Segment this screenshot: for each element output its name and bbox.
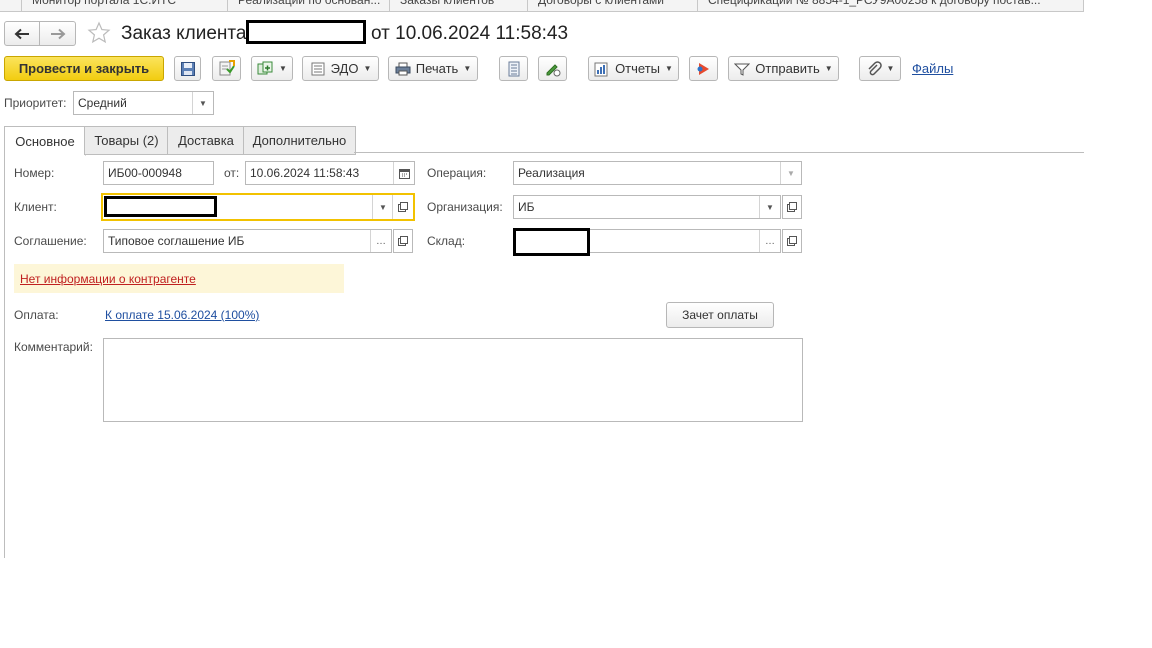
post-and-close-button[interactable]: Провести и закрыть xyxy=(4,56,164,81)
number-label: Номер: xyxy=(14,166,55,180)
open-icon[interactable] xyxy=(392,195,413,219)
edit-pencil-icon xyxy=(545,61,561,77)
reports-label: Отчеты xyxy=(615,61,660,76)
post-document-icon xyxy=(218,60,235,77)
number-value: ИБ00-000948 xyxy=(108,166,182,180)
priority-select[interactable]: Средний ▼ xyxy=(73,91,214,115)
create-based-on-button[interactable]: ▼ xyxy=(251,56,293,81)
payment-label: Оплата: xyxy=(14,308,59,322)
priority-value: Средний xyxy=(78,96,127,110)
window-tab[interactable]: Реализации по основан... xyxy=(228,0,390,11)
select-ellipsis-icon[interactable]: … xyxy=(370,230,391,252)
open-icon xyxy=(398,236,408,246)
panel-border xyxy=(4,153,5,558)
chevron-down-icon[interactable]: ▼ xyxy=(759,196,780,218)
print-label: Печать xyxy=(415,61,459,76)
edo-label: ЭДО xyxy=(330,61,359,76)
chevron-down-icon: ▼ xyxy=(279,64,287,73)
warehouse-label: Склад: xyxy=(427,234,466,248)
files-link[interactable]: Файлы xyxy=(912,61,953,76)
tab-goods[interactable]: Товары (2) xyxy=(84,126,169,155)
edo-icon xyxy=(310,62,326,76)
comment-label: Комментарий: xyxy=(14,340,93,354)
save-icon xyxy=(180,61,196,77)
tab-main[interactable]: Основное xyxy=(4,126,86,156)
organization-label: Организация: xyxy=(427,200,503,214)
back-button[interactable] xyxy=(4,21,40,46)
attachments-button[interactable]: ▼ xyxy=(859,56,901,81)
chevron-down-icon: ▼ xyxy=(463,64,472,73)
operation-label: Операция: xyxy=(427,166,487,180)
forward-button[interactable] xyxy=(40,21,76,46)
priority-label: Приоритет: xyxy=(4,96,67,110)
reports-button[interactable]: Отчеты ▼ xyxy=(588,56,679,81)
redacted-client-name xyxy=(246,20,366,44)
agreement-open-button[interactable] xyxy=(393,229,413,253)
payment-offset-button[interactable]: Зачет оплаты xyxy=(666,302,774,328)
post-button[interactable] xyxy=(212,56,241,81)
payment-link[interactable]: К оплате 15.06.2024 (100%) xyxy=(105,308,259,322)
open-icon xyxy=(787,236,797,246)
paperclip-icon xyxy=(866,60,882,77)
chevron-down-icon[interactable]: ▼ xyxy=(192,92,213,114)
printer-icon xyxy=(395,62,411,76)
number-field[interactable]: ИБ00-000948 xyxy=(103,161,214,185)
send-icon xyxy=(734,62,751,76)
counterparty-warning-link[interactable]: Нет информации о контрагенте xyxy=(20,272,196,286)
list-icon xyxy=(507,61,521,77)
window-tab-strip: Монитор портала 1С:ИТС Реализации по осн… xyxy=(0,0,1084,12)
edo-button[interactable]: ЭДО ▼ xyxy=(302,56,379,81)
arrow-left-icon xyxy=(14,28,30,40)
organization-select[interactable]: ИБ ▼ xyxy=(513,195,781,219)
date-field[interactable]: 10.06.2024 11:58:43 xyxy=(245,161,415,185)
chevron-down-icon: ▼ xyxy=(824,64,833,73)
send-label: Отправить xyxy=(755,61,820,76)
open-icon xyxy=(787,202,797,212)
redacted-warehouse-value xyxy=(513,228,590,256)
window-tab[interactable]: Монитор портала 1С:ИТС xyxy=(22,0,228,11)
client-label: Клиент: xyxy=(14,200,57,214)
date-value: 10.06.2024 11:58:43 xyxy=(250,166,360,180)
create-based-on-icon xyxy=(257,61,274,77)
title-prefix: Заказ клиента xyxy=(121,23,247,44)
organization-open-button[interactable] xyxy=(782,195,802,219)
chevron-down-icon: ▼ xyxy=(665,64,673,73)
workflow-icon xyxy=(696,61,712,77)
warehouse-open-button[interactable] xyxy=(782,229,802,253)
reports-icon xyxy=(594,61,610,77)
title-date: от 10.06.2024 11:58:43 xyxy=(371,23,569,44)
select-ellipsis-icon[interactable]: … xyxy=(759,230,780,252)
favorite-star-icon[interactable] xyxy=(87,21,111,45)
date-label: от: xyxy=(224,166,240,180)
window-tab[interactable]: Спецификации № 8854-1_РСУ9А00258 к догов… xyxy=(698,0,1084,11)
window-tab[interactable]: Договоры с клиентами xyxy=(528,0,698,11)
workflow-button[interactable] xyxy=(689,56,718,81)
chevron-down-icon: ▼ xyxy=(363,64,372,73)
window-tab[interactable] xyxy=(0,0,22,11)
operation-select[interactable]: Реализация ▼ xyxy=(513,161,802,185)
calendar-icon[interactable] xyxy=(393,162,414,184)
chevron-down-icon[interactable]: ▼ xyxy=(372,195,393,219)
agreement-field[interactable]: Типовое соглашение ИБ … xyxy=(103,229,392,253)
tab-delivery[interactable]: Доставка xyxy=(167,126,245,155)
save-button[interactable] xyxy=(174,56,201,81)
agreement-value: Типовое соглашение ИБ xyxy=(108,234,245,248)
print-button[interactable]: Печать ▼ xyxy=(388,56,478,81)
window-tab[interactable]: Заказы клиентов xyxy=(390,0,528,11)
counterparty-warning: Нет информации о контрагенте xyxy=(14,264,344,293)
operation-value: Реализация xyxy=(518,166,585,180)
edit-history-button[interactable] xyxy=(538,56,567,81)
agreement-label: Соглашение: xyxy=(14,234,87,248)
page-title: Заказ клиента xyxy=(121,21,246,47)
redacted-client-value xyxy=(104,196,217,217)
comment-textarea[interactable] xyxy=(103,338,803,422)
send-button[interactable]: Отправить ▼ xyxy=(728,56,839,81)
chevron-down-icon[interactable]: ▼ xyxy=(780,162,801,184)
tab-additional[interactable]: Дополнительно xyxy=(243,126,356,155)
document-structure-button[interactable] xyxy=(499,56,528,81)
arrow-right-icon xyxy=(50,28,66,40)
chevron-down-icon: ▼ xyxy=(886,64,895,73)
tab-divider xyxy=(354,152,1084,153)
organization-value: ИБ xyxy=(518,200,535,214)
